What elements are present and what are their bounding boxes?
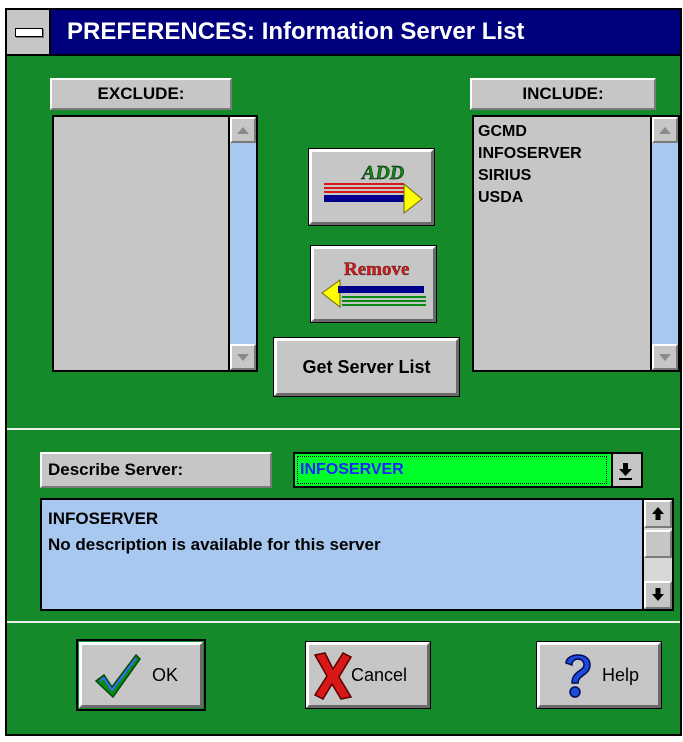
scroll-down-button[interactable]	[230, 344, 256, 370]
server-description: INFOSERVER No description is available f…	[40, 498, 674, 611]
window-title: PREFERENCES: Information Server List	[67, 18, 525, 45]
help-button[interactable]: Help	[536, 641, 662, 709]
list-item[interactable]: SIRIUS	[478, 165, 582, 187]
ok-label: OK	[152, 665, 179, 685]
remove-button[interactable]: Remove	[310, 245, 437, 323]
include-label: INCLUDE:	[470, 78, 656, 110]
question-mark-icon	[565, 654, 591, 698]
system-menu-button[interactable]	[7, 10, 51, 54]
remove-arrow-icon: Remove	[321, 259, 426, 309]
chevron-down-icon	[619, 463, 632, 480]
dropdown-button[interactable]	[611, 454, 641, 486]
scroll-down-button[interactable]	[644, 581, 672, 609]
arrow-down-icon	[237, 353, 249, 361]
description-scrollbar[interactable]	[642, 500, 672, 609]
description-line: INFOSERVER	[48, 509, 159, 528]
exclude-label: EXCLUDE:	[50, 78, 232, 110]
ok-button[interactable]: OK	[76, 639, 206, 711]
title-bar: PREFERENCES: Information Server List	[7, 10, 680, 56]
describe-server-label: Describe Server:	[40, 452, 272, 488]
description-line: No description is available for this ser…	[48, 535, 381, 554]
cancel-label: Cancel	[351, 665, 408, 685]
arrow-down-icon	[659, 353, 671, 361]
include-listbox[interactable]: GCMD INFOSERVER SIRIUS USDA	[472, 115, 680, 372]
scroll-up-button[interactable]	[652, 117, 678, 143]
include-scrollbar[interactable]	[650, 117, 678, 370]
add-button[interactable]: ADD	[308, 148, 435, 226]
divider	[7, 621, 680, 623]
include-list-items: GCMD INFOSERVER SIRIUS USDA	[478, 121, 582, 209]
server-select[interactable]: INFOSERVER	[293, 452, 643, 488]
x-icon	[313, 652, 353, 700]
scroll-down-button[interactable]	[652, 344, 678, 370]
scroll-thumb[interactable]	[644, 530, 672, 558]
scroll-up-button[interactable]	[230, 117, 256, 143]
remove-text: Remove	[344, 259, 409, 280]
arrow-up-icon	[237, 126, 249, 134]
scroll-up-button[interactable]	[644, 500, 672, 528]
system-menu-icon	[15, 28, 43, 37]
exclude-listbox[interactable]	[52, 115, 258, 372]
get-server-list-button[interactable]: Get Server List	[273, 337, 460, 397]
divider	[7, 428, 680, 430]
preferences-window: PREFERENCES: Information Server List EXC…	[5, 8, 682, 736]
exclude-scrollbar[interactable]	[228, 117, 256, 370]
add-arrow-icon: ADD	[324, 162, 423, 215]
checkmark-icon	[94, 653, 141, 699]
list-item[interactable]: GCMD	[478, 121, 582, 143]
arrow-up-icon	[652, 507, 664, 520]
arrow-down-icon	[652, 588, 664, 601]
cancel-button[interactable]: Cancel	[305, 641, 431, 709]
list-item[interactable]: INFOSERVER	[478, 143, 582, 165]
list-item[interactable]: USDA	[478, 187, 582, 209]
help-label: Help	[602, 665, 640, 685]
arrow-up-icon	[659, 126, 671, 134]
server-select-value: INFOSERVER	[297, 456, 607, 484]
description-text: INFOSERVER No description is available f…	[48, 506, 381, 558]
add-text: ADD	[360, 162, 404, 184]
